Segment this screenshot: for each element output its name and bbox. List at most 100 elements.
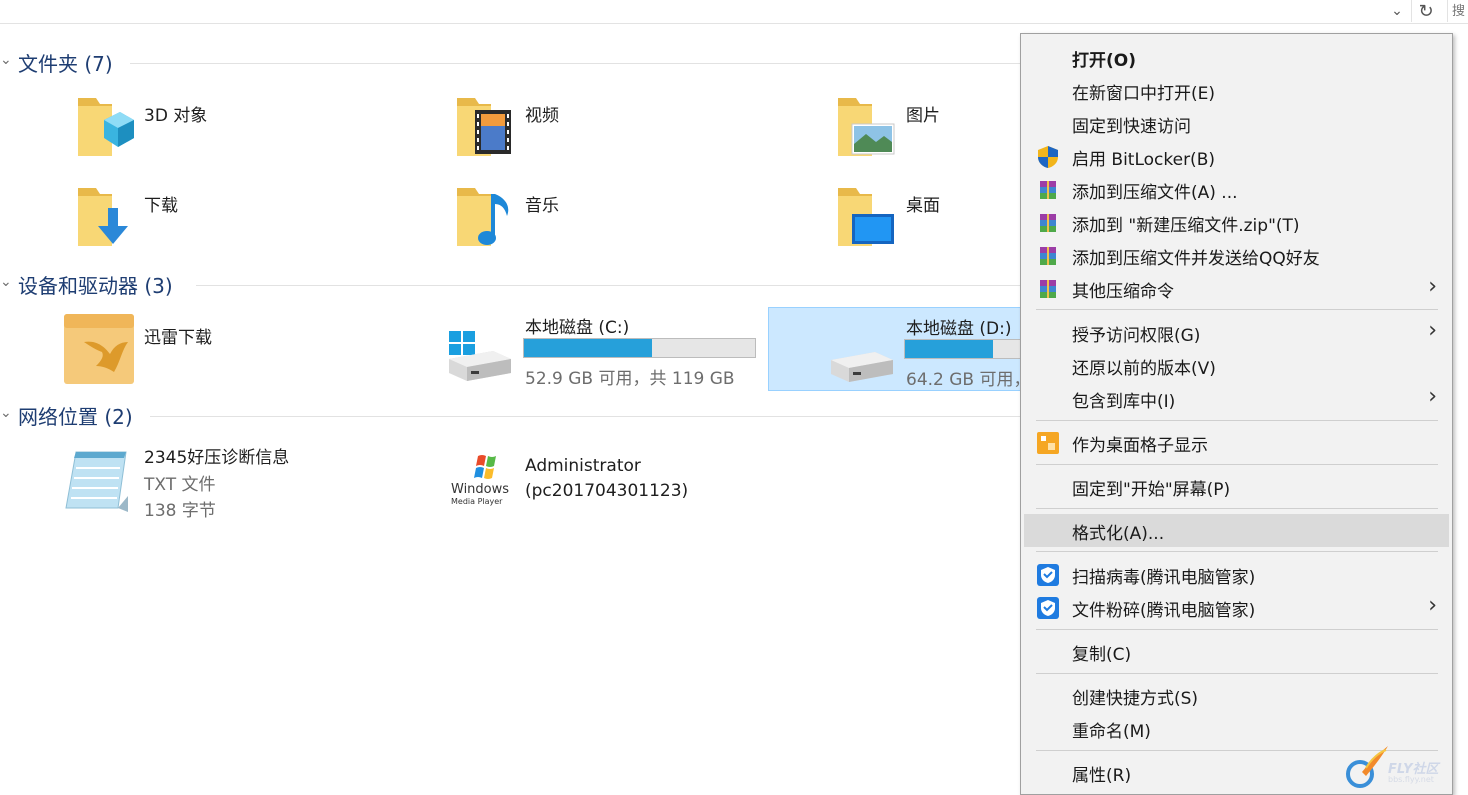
menu-item-restore-versions[interactable]: 还原以前的版本(V) xyxy=(1024,349,1449,382)
folder-item-pictures[interactable]: 图片 xyxy=(834,92,1020,164)
menu-item-label: 启用 BitLocker(B) xyxy=(1072,150,1215,170)
menu-item-label: 添加到压缩文件(A) ... xyxy=(1072,183,1238,203)
menu-item-archive-send-qq[interactable]: 添加到压缩文件并发送给QQ好友 xyxy=(1024,239,1449,272)
menu-item-label: 固定到"开始"屏幕(P) xyxy=(1072,480,1231,500)
folder-name: 桌面 xyxy=(906,196,940,216)
group-header-network[interactable]: ⌄ 网络位置 (2) xyxy=(0,401,1020,431)
menu-item-desktop-grid[interactable]: 作为桌面格子显示 xyxy=(1024,426,1449,459)
pictures-folder-icon xyxy=(838,98,895,156)
menu-separator xyxy=(1036,551,1438,552)
desktop-grid-icon xyxy=(1037,432,1059,454)
chevron-down-icon[interactable]: ⌄ xyxy=(0,274,12,290)
folder-item-videos[interactable]: 视频 xyxy=(453,92,813,164)
folder-name: 音乐 xyxy=(525,196,559,216)
network-item-administrator[interactable]: Windows Media Player Administrator (pc20… xyxy=(448,452,768,512)
menu-item-label: 属性(R) xyxy=(1072,766,1132,786)
tencent-shield-icon xyxy=(1037,564,1059,586)
videos-folder-icon xyxy=(457,98,511,156)
folder-item-3d-objects[interactable]: 3D 对象 xyxy=(72,92,432,164)
menu-item-pin-quick-access[interactable]: 固定到快速访问 xyxy=(1024,107,1449,140)
divider xyxy=(150,416,1020,417)
menu-item-label: 打开(O) xyxy=(1072,51,1136,71)
archive-icon xyxy=(1040,181,1056,199)
menu-item-label: 文件粉碎(腾讯电脑管家) xyxy=(1072,601,1256,621)
chevron-right-icon: › xyxy=(1428,274,1437,299)
uac-shield-icon xyxy=(1038,146,1058,168)
file-type: TXT 文件 xyxy=(144,475,216,495)
menu-separator xyxy=(1036,420,1438,421)
drive-usage-fill xyxy=(524,339,653,357)
menu-item-file-shred[interactable]: 文件粉碎(腾讯电脑管家) › xyxy=(1024,591,1449,624)
archive-icon xyxy=(1040,280,1056,298)
folder-item-music[interactable]: 音乐 xyxy=(453,182,813,254)
drive-item-d[interactable]: 本地磁盘 (D:) 64.2 GB 可用， xyxy=(768,307,1137,391)
wmp-logo-line2: Media Player xyxy=(451,497,503,506)
menu-item-bitlocker[interactable]: 启用 BitLocker(B) xyxy=(1024,140,1449,173)
menu-item-label: 重命名(M) xyxy=(1072,722,1151,742)
menu-separator xyxy=(1036,508,1438,509)
chevron-right-icon: › xyxy=(1428,384,1437,409)
menu-item-other-compress[interactable]: 其他压缩命令 › xyxy=(1024,272,1449,305)
menu-item-pin-start[interactable]: 固定到"开始"屏幕(P) xyxy=(1024,470,1449,503)
drive-name: 本地磁盘 (D:) xyxy=(906,319,1012,339)
menu-separator xyxy=(1036,673,1438,674)
music-folder-icon xyxy=(457,188,509,246)
menu-item-label: 添加到 "新建压缩文件.zip"(T) xyxy=(1072,216,1300,236)
search-input[interactable]: 搜 xyxy=(1447,0,1468,22)
menu-item-create-shortcut[interactable]: 创建快捷方式(S) xyxy=(1024,679,1449,712)
3d-objects-folder-icon xyxy=(78,98,134,156)
menu-item-add-zip[interactable]: 添加到 "新建压缩文件.zip"(T) xyxy=(1024,206,1449,239)
group-header-devices[interactable]: ⌄ 设备和驱动器 (3) xyxy=(0,270,1020,300)
system-drive-icon xyxy=(449,331,511,381)
refresh-icon[interactable]: ↻ xyxy=(1411,0,1440,22)
menu-item-label: 格式化(A)... xyxy=(1072,524,1165,544)
drive-item-c[interactable]: 本地磁盘 (C:) 52.9 GB 可用，共 119 GB xyxy=(443,307,768,391)
divider xyxy=(196,285,1020,286)
windows-media-player-icon: Windows Media Player xyxy=(448,452,514,508)
network-item-diagnostic[interactable]: 2345好压诊断信息 TXT 文件 138 字节 xyxy=(62,440,442,521)
group-title: 文件夹 (7) xyxy=(18,52,113,76)
menu-item-grant-access[interactable]: 授予访问权限(G) › xyxy=(1024,316,1449,349)
menu-item-add-archive[interactable]: 添加到压缩文件(A) ... xyxy=(1024,173,1449,206)
folder-item-downloads[interactable]: 下载 xyxy=(72,182,432,254)
menu-item-label: 作为桌面格子显示 xyxy=(1072,436,1208,456)
menu-item-include-library[interactable]: 包含到库中(I) › xyxy=(1024,382,1449,415)
file-size: 138 字节 xyxy=(144,501,216,521)
watermark-logo: FLY社区 bbs.flyy.net xyxy=(1340,738,1468,795)
menu-item-format[interactable]: 格式化(A)... xyxy=(1024,514,1449,547)
chevron-right-icon: › xyxy=(1428,593,1437,618)
menu-item-label: 授予访问权限(G) xyxy=(1072,326,1201,346)
menu-item-open-new-window[interactable]: 在新窗口中打开(E) xyxy=(1024,74,1449,107)
menu-item-label: 在新窗口中打开(E) xyxy=(1072,84,1216,104)
device-item-thunder[interactable]: 迅雷下载 xyxy=(62,312,422,388)
downloads-folder-icon xyxy=(78,188,128,246)
menu-separator xyxy=(1036,464,1438,465)
chevron-down-icon[interactable]: ⌄ xyxy=(1384,0,1410,22)
menu-item-open[interactable]: 打开(O) xyxy=(1024,41,1449,74)
tencent-shield-icon xyxy=(1037,597,1059,619)
chevron-right-icon: › xyxy=(1428,318,1437,343)
menu-item-label: 其他压缩命令 xyxy=(1072,282,1174,302)
menu-separator xyxy=(1036,629,1438,630)
group-title: 网络位置 (2) xyxy=(18,405,133,429)
menu-item-label: 包含到库中(I) xyxy=(1072,392,1176,412)
drive-name: 本地磁盘 (C:) xyxy=(525,318,630,338)
context-menu: 打开(O) 在新窗口中打开(E) 固定到快速访问 启用 BitLocker(B)… xyxy=(1020,33,1453,795)
desktop-folder-icon xyxy=(838,188,894,246)
network-name: Administrator xyxy=(525,456,641,476)
menu-item-scan-virus[interactable]: 扫描病毒(腾讯电脑管家) xyxy=(1024,558,1449,591)
folder-name: 图片 xyxy=(906,106,940,126)
thunder-download-icon xyxy=(64,314,134,384)
group-header-folders[interactable]: ⌄ 文件夹 (7) xyxy=(0,48,1020,78)
chevron-down-icon[interactable]: ⌄ xyxy=(0,405,12,421)
chevron-down-icon[interactable]: ⌄ xyxy=(0,52,12,68)
drive-space-text: 64.2 GB 可用， xyxy=(906,370,1031,390)
folder-item-desktop[interactable]: 桌面 xyxy=(834,182,1020,254)
fly-logo-icon xyxy=(1346,746,1388,788)
menu-item-copy[interactable]: 复制(C) xyxy=(1024,635,1449,668)
folder-name: 3D 对象 xyxy=(144,106,208,126)
menu-item-label: 扫描病毒(腾讯电脑管家) xyxy=(1072,568,1256,588)
archive-icon xyxy=(1040,214,1056,232)
drive-usage-fill xyxy=(905,340,993,358)
address-bar-strip: ⌄ ↻ 搜 xyxy=(0,0,1468,24)
